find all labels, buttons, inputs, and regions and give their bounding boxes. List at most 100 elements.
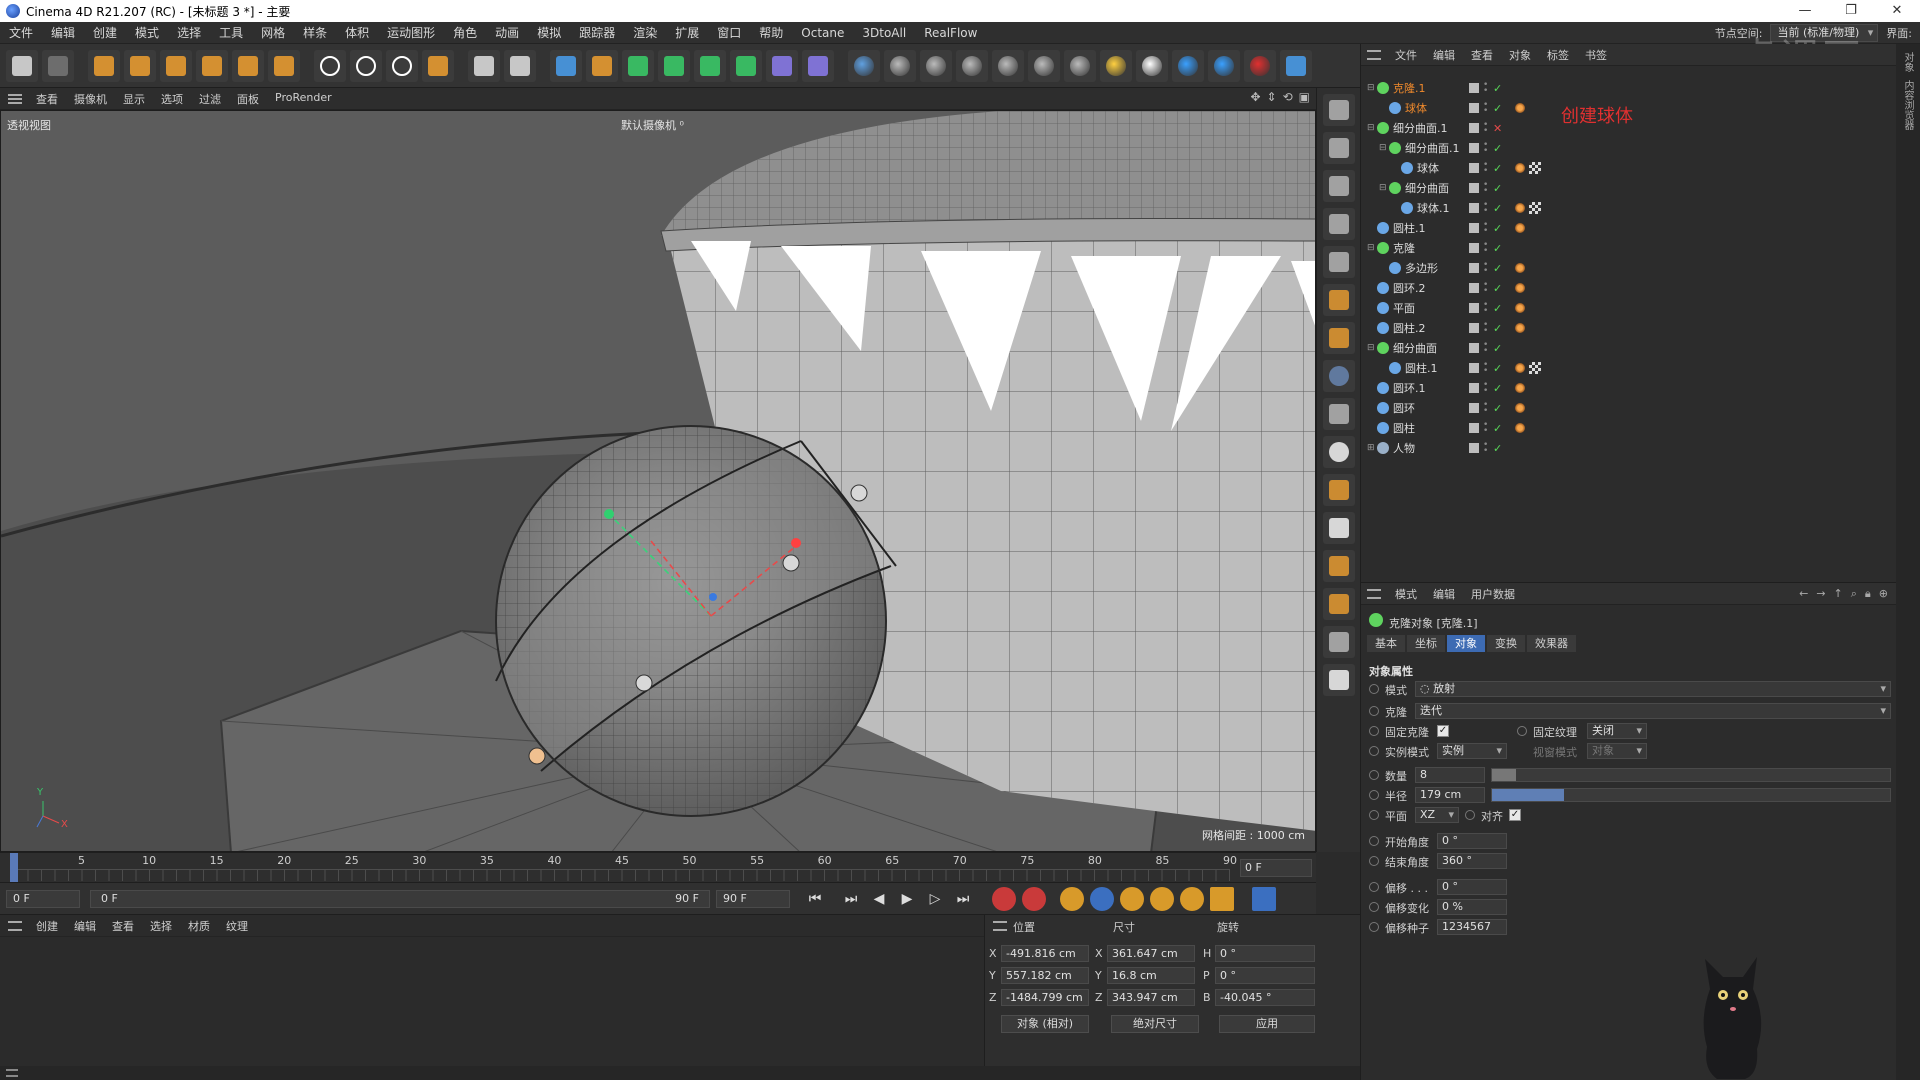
material-menu-item[interactable]: 编辑 [66,918,104,934]
status-menu-icon[interactable] [6,1069,18,1077]
layer-box-icon[interactable] [1469,343,1479,353]
playhead[interactable] [10,853,18,883]
end-frame-field[interactable]: 90 F [716,889,790,908]
offset-seed-anim-radio[interactable] [1369,922,1379,932]
enabled-check-icon[interactable]: ✓ [1493,362,1502,375]
object-name[interactable]: 圆环 [1393,400,1415,416]
layer-box-icon[interactable] [1469,223,1479,233]
param-key-icon[interactable] [1180,886,1204,911]
visibility-dots-icon[interactable]: • • [1483,401,1489,416]
white-icon[interactable] [1136,49,1168,82]
object-name[interactable]: 克隆.1 [1393,80,1426,96]
rotation-field[interactable]: -40.045 ° [1215,989,1315,1006]
expand-toggle-icon[interactable]: ⊟ [1367,83,1377,93]
close-icon[interactable]: ✕ [1874,0,1920,22]
render-view-icon[interactable] [468,49,500,82]
apply-button[interactable]: 应用 [1219,1015,1315,1033]
start-angle-anim-radio[interactable] [1369,836,1379,846]
radius-slider[interactable] [1491,788,1891,802]
visibility-dots-icon[interactable]: • • [1483,201,1489,216]
current-frame-field[interactable]: 0 F [1240,859,1312,877]
layer-box-icon[interactable] [1469,243,1479,253]
offset-seed-field[interactable]: 1234567 [1437,919,1507,935]
move-key-icon[interactable] [1090,886,1114,911]
pan-icon[interactable]: ✥ [1250,90,1260,104]
instance-anim-radio[interactable] [1369,746,1379,756]
coord-system-icon[interactable] [422,49,454,82]
layer-box-icon[interactable] [1469,263,1479,273]
object-name[interactable]: 球体 [1417,160,1439,176]
object-row[interactable]: 球体.1 • • ✓ [1361,198,1896,218]
visibility-dots-icon[interactable]: • • [1483,421,1489,436]
enabled-check-icon[interactable]: ✓ [1493,262,1502,275]
previous-key-icon[interactable]: ⏭ [840,888,862,910]
visibility-dots-icon[interactable]: • • [1483,161,1489,176]
material-menu-icon[interactable] [8,920,22,931]
menu-item[interactable]: Octane [792,22,853,44]
phong-tag-icon[interactable] [1515,303,1525,313]
object-name[interactable]: 球体 [1405,100,1427,116]
phong-tag-icon[interactable] [1515,423,1525,433]
tweak-icon[interactable] [1323,474,1355,506]
coord-mode-dropdown[interactable]: 对象 (相对) [1001,1015,1089,1033]
menu-item[interactable]: 角色 [444,22,486,44]
perspective-viewport[interactable]: Y X 透视视图 默认摄像机 ⁰ 网格间距 : 1000 cm [0,110,1316,852]
object-name[interactable]: 圆柱 [1393,420,1415,436]
viewport-menu-item[interactable]: 选项 [153,91,191,107]
object-name[interactable]: 圆环.1 [1393,380,1426,396]
dolly-icon[interactable]: ⇕ [1267,90,1277,104]
object-name[interactable]: 平面 [1393,300,1415,316]
mode-dropdown[interactable]: ◌ 放射 [1415,681,1891,697]
enabled-check-icon[interactable]: ✓ [1493,82,1502,95]
rotation-field[interactable]: 0 ° [1215,967,1315,984]
material-menu-item[interactable]: 材质 [180,918,218,934]
layer-box-icon[interactable] [1469,383,1479,393]
record-icon[interactable] [1244,49,1276,82]
enabled-check-icon[interactable]: ✓ [1493,342,1502,355]
end-angle-field[interactable]: 360 ° [1437,853,1507,869]
layer-box-icon[interactable] [1469,203,1479,213]
plane-dropdown[interactable]: XZ [1415,807,1459,823]
expand-toggle-icon[interactable]: ⊟ [1367,243,1377,253]
fix-texture-anim-radio[interactable] [1517,726,1527,736]
object-name[interactable]: 细分曲面.1 [1405,140,1460,156]
size-field[interactable]: 16.8 cm [1107,967,1195,984]
enabled-check-icon[interactable]: ✓ [1493,182,1502,195]
visibility-dots-icon[interactable]: • • [1483,301,1489,316]
menu-item[interactable]: 运动图形 [378,22,444,44]
generator-icon[interactable] [658,49,690,82]
scale-key-icon[interactable] [1120,886,1144,911]
redo-icon[interactable] [42,49,74,82]
object-manager-menu-item[interactable]: 对象 [1501,47,1539,63]
blend-icon[interactable] [1064,49,1096,82]
search-icon[interactable]: ⌕ [1851,587,1857,601]
points-mode-icon[interactable] [1323,208,1355,240]
menu-item[interactable]: RealFlow [915,22,986,44]
start-frame-field[interactable]: 0 F [6,889,80,908]
polygons-mode-icon[interactable] [1323,284,1355,316]
menu-item[interactable]: 动画 [486,22,528,44]
maximize-icon[interactable]: ❐ [1828,0,1874,22]
layer-box-icon[interactable] [1469,443,1479,453]
object-name[interactable]: 克隆 [1393,240,1415,256]
fix-clone-anim-radio[interactable] [1369,726,1379,736]
phong-tag-icon[interactable] [1515,363,1525,373]
instance-dropdown[interactable]: 实例 [1437,743,1507,759]
workplane-icon[interactable] [1323,398,1355,430]
object-manager-menu-item[interactable]: 查看 [1463,47,1501,63]
mograph-icon[interactable] [730,49,762,82]
next-frame-icon[interactable]: ▷ [924,888,946,910]
object-row[interactable]: 圆环.2 • • ✓ [1361,278,1896,298]
previous-frame-icon[interactable]: ◀ [868,888,890,910]
menu-item[interactable]: 编辑 [42,22,84,44]
viewport-menu-item[interactable]: 面板 [229,91,267,107]
go-to-start-icon[interactable]: ⏮ [804,888,826,910]
object-row[interactable]: 圆环 • • ✓ [1361,398,1896,418]
sun-icon[interactable] [1100,49,1132,82]
dock-tab-content-browser[interactable]: 内容浏览器 [1900,80,1915,130]
menu-item[interactable]: 选择 [168,22,210,44]
visibility-dots-icon[interactable]: • • [1483,341,1489,356]
material-icon[interactable] [920,49,952,82]
phong-tag-icon[interactable] [1515,103,1525,113]
visibility-dots-icon[interactable]: • • [1483,361,1489,376]
